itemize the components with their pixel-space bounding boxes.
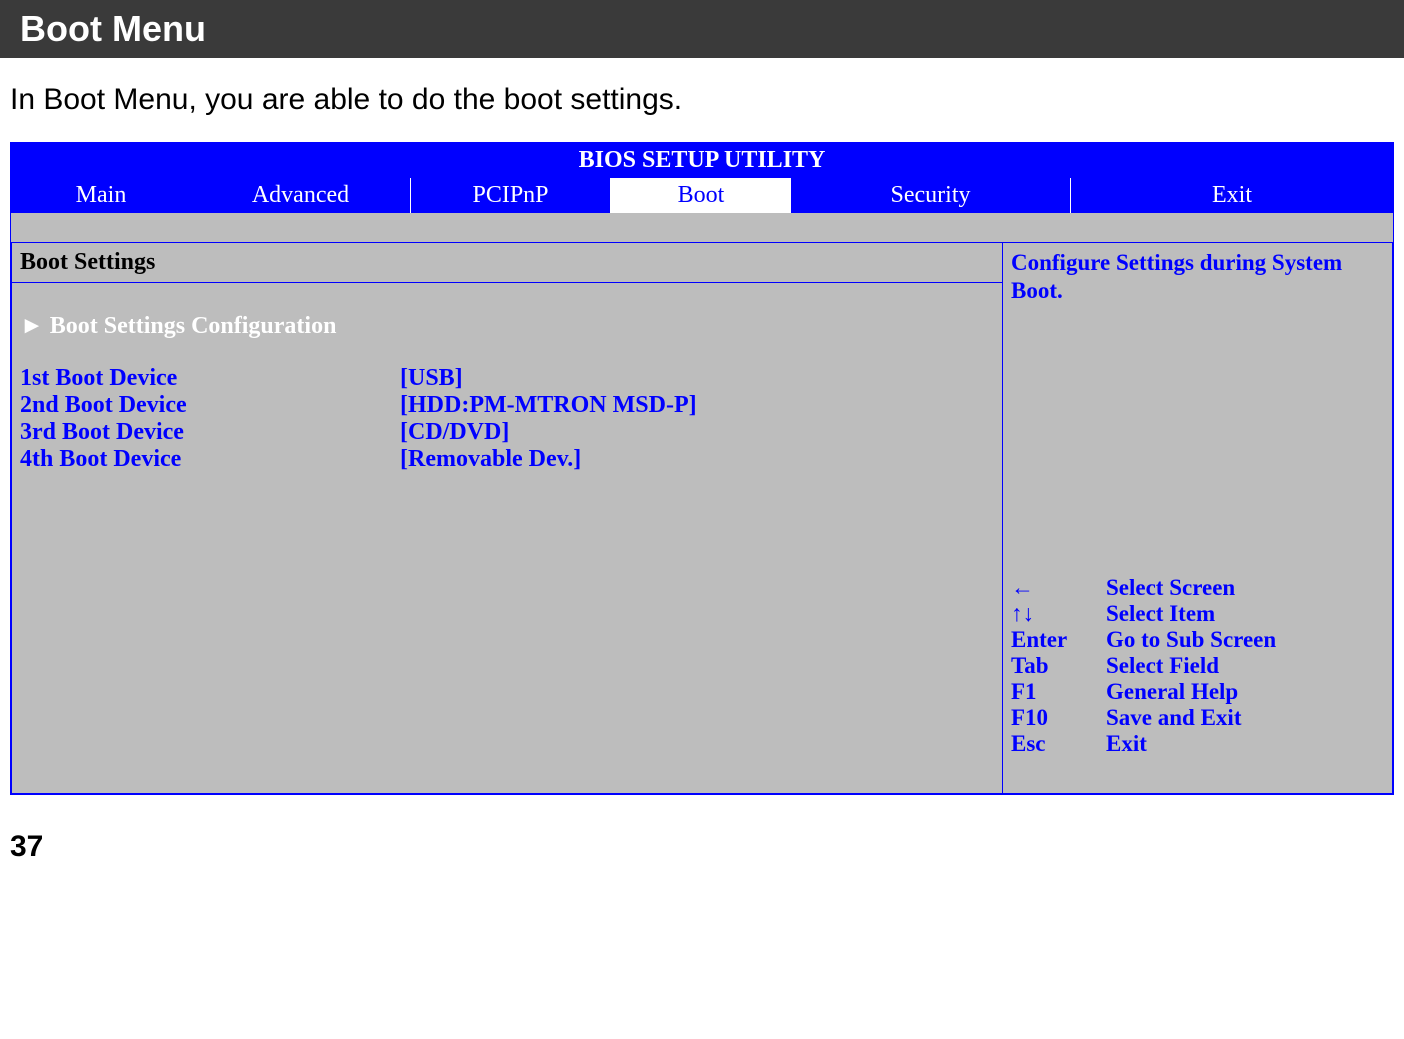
boot-device-2-value: [HDD:PM-MTRON MSD-P] [400, 392, 994, 419]
help-text: Configure Settings during System Boot. [1011, 249, 1384, 304]
key-action: Go to Sub Screen [1106, 627, 1276, 653]
boot-device-row-3[interactable]: 3rd Boot Device [CD/DVD] [12, 419, 1002, 446]
boot-device-row-1[interactable]: 1st Boot Device [USB] [12, 365, 1002, 392]
key-name: Esc [1011, 731, 1106, 757]
key-action: Select Field [1106, 653, 1219, 679]
key-name: ← [1011, 575, 1106, 601]
tab-boot[interactable]: Boot [611, 178, 791, 213]
key-name: ↑↓ [1011, 601, 1106, 627]
boot-device-4-label: 4th Boot Device [20, 446, 400, 473]
key-hint-row: ↑↓ Select Item [1011, 601, 1384, 627]
tab-exit[interactable]: Exit [1071, 178, 1393, 213]
key-hint-row: F10 Save and Exit [1011, 705, 1384, 731]
boot-device-row-4[interactable]: 4th Boot Device [Removable Dev.] [12, 446, 1002, 473]
bottom-space [12, 473, 1002, 793]
key-name: F1 [1011, 679, 1106, 705]
key-action: Save and Exit [1106, 705, 1241, 731]
left-panel: Boot Settings ► Boot Settings Configurat… [11, 243, 1003, 794]
key-action: Select Screen [1106, 575, 1235, 601]
boot-device-1-label: 1st Boot Device [20, 365, 400, 392]
key-hint-row: ← Select Screen [1011, 575, 1384, 601]
content-area: Boot Settings ► Boot Settings Configurat… [11, 243, 1393, 794]
page-title: Boot Menu [20, 8, 206, 49]
key-hint-row: Enter Go to Sub Screen [1011, 627, 1384, 653]
boot-device-1-value: [USB] [400, 365, 994, 392]
tab-main[interactable]: Main [11, 178, 191, 213]
tab-security[interactable]: Security [791, 178, 1071, 213]
key-name: Enter [1011, 627, 1106, 653]
page-description: In Boot Menu, you are able to do the boo… [0, 58, 1404, 142]
page-number: 37 [0, 795, 1404, 874]
boot-device-3-value: [CD/DVD] [400, 419, 994, 446]
boot-device-4-value: [Removable Dev.] [400, 446, 994, 473]
key-name: F10 [1011, 705, 1106, 731]
bios-title: BIOS SETUP UTILITY [11, 143, 1393, 178]
section-header: Boot Settings [12, 243, 1002, 283]
boot-device-3-label: 3rd Boot Device [20, 419, 400, 446]
key-hint-row: F1 General Help [1011, 679, 1384, 705]
boot-device-2-label: 2nd Boot Device [20, 392, 400, 419]
tab-row: Main Advanced PCIPnP Boot Security Exit [11, 178, 1393, 213]
key-hints: ← Select Screen ↑↓ Select Item Enter Go … [1011, 575, 1384, 757]
page-title-bar: Boot Menu [0, 0, 1404, 58]
boot-settings-configuration-link[interactable]: ► Boot Settings Configuration [12, 283, 1002, 365]
key-hint-row: Esc Exit [1011, 731, 1384, 757]
key-hint-row: Tab Select Field [1011, 653, 1384, 679]
key-action: Select Item [1106, 601, 1215, 627]
tab-advanced[interactable]: Advanced [191, 178, 411, 213]
bios-setup-utility: BIOS SETUP UTILITY Main Advanced PCIPnP … [10, 142, 1394, 795]
boot-device-row-2[interactable]: 2nd Boot Device [HDD:PM-MTRON MSD-P] [12, 392, 1002, 419]
tab-pcipnp[interactable]: PCIPnP [411, 178, 611, 213]
right-panel: Configure Settings during System Boot. ←… [1003, 243, 1393, 794]
key-action: Exit [1106, 731, 1147, 757]
spacer [11, 213, 1393, 243]
key-name: Tab [1011, 653, 1106, 679]
key-action: General Help [1106, 679, 1238, 705]
